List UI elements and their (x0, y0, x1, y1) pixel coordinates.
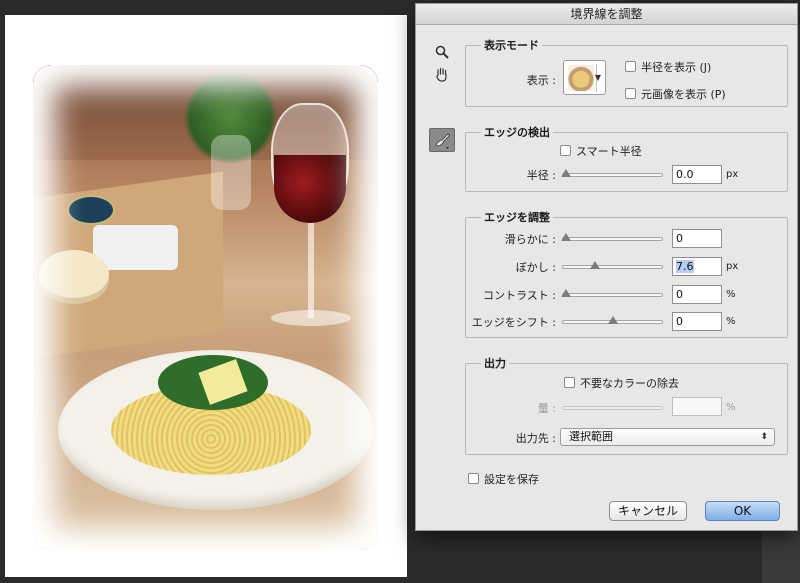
contrast-field[interactable]: 0 (672, 285, 722, 304)
adjust-edge-title: エッジを調整 (481, 209, 553, 225)
dropdown-arrow-icon: ▼ (594, 73, 601, 82)
show-original-label: 元画像を表示 (P) (641, 88, 726, 101)
radius-field[interactable]: 0.0 (672, 165, 722, 184)
shift-edge-slider[interactable] (562, 316, 663, 324)
shift-edge-label: エッジをシフト : (471, 316, 556, 329)
amount-field[interactable] (672, 397, 722, 416)
feather-value: 7.6 (676, 260, 694, 273)
output-to-value: 選択範囲 (569, 430, 613, 443)
show-original-checkbox[interactable] (625, 88, 636, 99)
show-radius-checkbox[interactable] (625, 61, 636, 72)
output-to-label: 出力先 : (515, 432, 556, 445)
edge-detection-group (465, 132, 788, 192)
radius-slider-thumb[interactable] (561, 169, 571, 177)
shift-edge-field[interactable]: 0 (672, 312, 722, 331)
smooth-field[interactable]: 0 (672, 229, 722, 248)
feather-slider[interactable] (562, 261, 663, 269)
edge-detection-title: エッジの検出 (481, 124, 553, 140)
view-label: 表示 : (526, 74, 556, 87)
refine-radius-tool[interactable] (429, 128, 455, 152)
amount-slider[interactable] (562, 406, 663, 410)
smart-radius-label: スマート半径 (576, 145, 642, 158)
amount-unit: % (726, 402, 736, 413)
feather-label: ぼかし : (515, 261, 556, 274)
output-to-select[interactable]: 選択範囲 ⬍ (560, 428, 775, 446)
display-mode-title: 表示モード (481, 37, 542, 53)
decontaminate-checkbox[interactable] (564, 377, 575, 388)
show-radius-label: 半径を表示 (J) (641, 61, 712, 74)
radius-slider[interactable] (561, 169, 663, 177)
hand-tool-icon[interactable] (432, 64, 452, 84)
output-title: 出力 (481, 355, 509, 371)
feather-slider-thumb[interactable] (590, 261, 600, 269)
preview-photo (33, 65, 378, 550)
smooth-label: 滑らかに : (504, 233, 556, 246)
dialog-title[interactable]: 境界線を調整 (416, 4, 797, 25)
document-canvas[interactable] (5, 15, 407, 577)
ok-button[interactable]: OK (705, 501, 780, 521)
feather-vignette (33, 65, 378, 550)
radius-label: 半径 : (526, 169, 556, 182)
feather-unit: px (726, 261, 739, 272)
view-thumbnail (568, 65, 594, 91)
photoshop-workspace: 境界線を調整 表示モード 表示 : ▼ 半径を表示 (J) 元画像を表示 (P)… (0, 0, 800, 583)
select-arrows-icon: ⬍ (760, 432, 768, 442)
shift-edge-unit: % (726, 316, 736, 327)
contrast-unit: % (726, 289, 736, 300)
refine-edge-dialog: 境界線を調整 表示モード 表示 : ▼ 半径を表示 (J) 元画像を表示 (P)… (415, 3, 798, 531)
shift-edge-slider-thumb[interactable] (608, 316, 618, 324)
smart-radius-checkbox[interactable] (560, 145, 571, 156)
remember-settings-checkbox[interactable] (468, 473, 479, 484)
contrast-slider[interactable] (561, 289, 663, 297)
cancel-button[interactable]: キャンセル (609, 501, 687, 521)
contrast-slider-thumb[interactable] (561, 289, 571, 297)
brush-icon (435, 133, 451, 149)
smooth-slider[interactable] (561, 233, 663, 241)
view-mode-picker[interactable]: ▼ (563, 60, 606, 95)
feather-field[interactable]: 7.6 (672, 257, 722, 276)
radius-unit: px (726, 169, 739, 180)
decontaminate-label: 不要なカラーの除去 (580, 377, 679, 390)
smooth-slider-thumb[interactable] (561, 233, 571, 241)
zoom-tool-icon[interactable] (432, 42, 452, 62)
amount-label: 量 : (537, 402, 556, 415)
remember-settings-label: 設定を保存 (484, 473, 539, 486)
contrast-label: コントラスト : (483, 289, 556, 302)
